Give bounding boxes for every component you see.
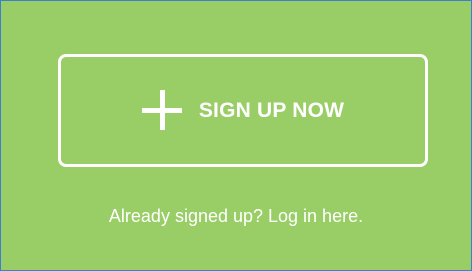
plus-icon <box>141 89 182 130</box>
sign-up-label: SIGN UP NOW <box>198 99 345 122</box>
login-link[interactable]: Already signed up? Log in here. <box>1 206 471 228</box>
sign-up-button[interactable]: SIGN UP NOW <box>58 54 428 167</box>
signup-panel: SIGN UP NOW Already signed up? Log in he… <box>0 0 472 271</box>
